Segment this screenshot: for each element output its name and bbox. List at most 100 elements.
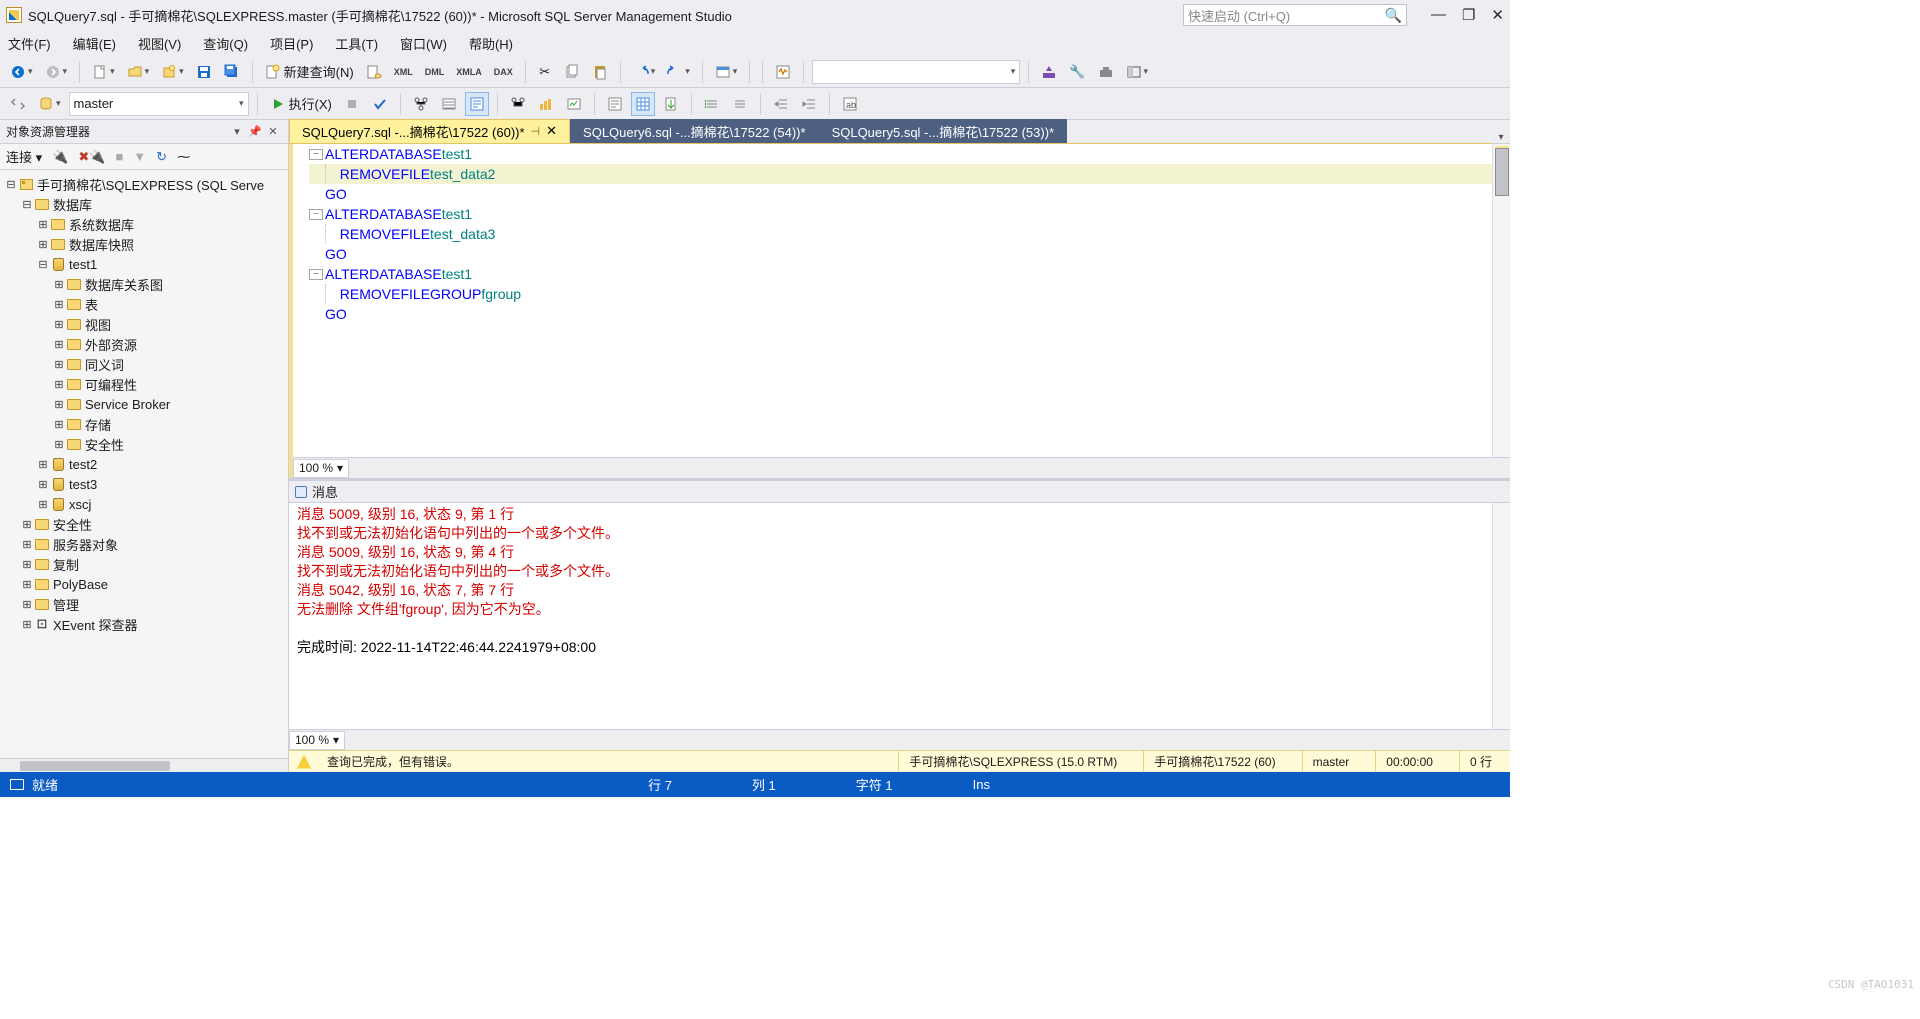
display-plan-button[interactable] [409, 92, 433, 116]
activity-button[interactable] [771, 60, 795, 84]
maximize-button[interactable]: ❐ [1462, 6, 1475, 24]
menu-file[interactable]: 文件(F) [8, 34, 51, 53]
solution-combo[interactable]: ▾ [812, 60, 1020, 84]
tree-test1[interactable]: ⊟test1 [0, 254, 288, 274]
solution-button[interactable]: ▾ [711, 60, 742, 84]
tabstrip-overflow-icon[interactable]: ▾ [1492, 132, 1510, 143]
undo-button[interactable]: ▾ [629, 60, 660, 84]
stop-icon[interactable]: ■ [115, 149, 123, 164]
tree-test3[interactable]: ⊞test3 [0, 474, 288, 494]
results-grid-button[interactable] [631, 92, 655, 116]
window-layout-button[interactable]: ▾ [1122, 60, 1153, 84]
refresh-icon[interactable]: ↻ [156, 149, 167, 165]
messages-body[interactable]: 消息 5009, 级别 16, 状态 9, 第 1 行 找不到或无法初始化语句中… [289, 503, 1510, 729]
tree-test1-prog[interactable]: ⊞可编程性 [0, 374, 288, 394]
menu-help[interactable]: 帮助(H) [469, 34, 513, 53]
copy-button[interactable] [560, 60, 584, 84]
fold-icon[interactable]: − [309, 149, 323, 160]
menu-tools[interactable]: 工具(T) [335, 34, 378, 53]
redo-button[interactable]: ▾ [663, 60, 694, 84]
menu-query[interactable]: 查询(Q) [203, 34, 248, 53]
dml-button[interactable]: DML [421, 60, 449, 84]
new-proj-button[interactable]: ▾ [157, 60, 188, 84]
save-all-button[interactable] [220, 60, 244, 84]
tree-test1-ext[interactable]: ⊞外部资源 [0, 334, 288, 354]
tree-sysdb[interactable]: ⊞系统数据库 [0, 214, 288, 234]
indent-button[interactable] [769, 92, 793, 116]
client-stats-button[interactable] [562, 92, 586, 116]
menu-project[interactable]: 项目(P) [270, 34, 313, 53]
editor-hscroll[interactable] [355, 461, 1510, 475]
tab-close-icon[interactable]: ✕ [546, 123, 557, 139]
tree-databases[interactable]: ⊟数据库 [0, 194, 288, 214]
pin-icon[interactable]: ⊣ [531, 125, 541, 138]
minimize-button[interactable]: — [1431, 6, 1446, 24]
uncomment-button[interactable] [728, 92, 752, 116]
xml-button[interactable]: XML [390, 60, 417, 84]
toolbox-button[interactable] [1094, 60, 1118, 84]
query-options-button[interactable] [437, 92, 461, 116]
zoom-combo[interactable]: 100 %▾ [293, 459, 349, 478]
intellisense-button[interactable] [465, 92, 489, 116]
results-text-button[interactable] [603, 92, 627, 116]
tree-serverobj[interactable]: ⊞服务器对象 [0, 534, 288, 554]
nav-fwd-button[interactable]: ▾ [41, 60, 72, 84]
dax-button[interactable]: DAX [490, 60, 517, 84]
tree-server-root[interactable]: ⊟手可摘棉花\SQLEXPRESS (SQL Serve [0, 174, 288, 194]
menu-window[interactable]: 窗口(W) [400, 34, 447, 53]
code-vscroll[interactable] [1492, 144, 1510, 457]
quick-launch-input[interactable]: 快速启动 (Ctrl+Q) 🔍 [1183, 4, 1407, 26]
query-de-button[interactable] [362, 60, 386, 84]
tree-test1-tables[interactable]: ⊞表 [0, 294, 288, 314]
outdent-button[interactable] [797, 92, 821, 116]
filter-icon[interactable]: ▼ [133, 149, 146, 164]
tree-test1-views[interactable]: ⊞视图 [0, 314, 288, 334]
tree-xevent[interactable]: ⊞⊡XEvent 探查器 [0, 614, 288, 634]
tree-test1-storage[interactable]: ⊞存储 [0, 414, 288, 434]
new-button[interactable]: ▾ [88, 60, 119, 84]
tree-security[interactable]: ⊞安全性 [0, 514, 288, 534]
registered-servers-button[interactable] [1037, 60, 1061, 84]
messages-vscroll[interactable] [1492, 503, 1510, 729]
tab-sqlquery5[interactable]: SQLQuery5.sql -...摘棉花\17522 (53))* [819, 119, 1068, 143]
disconnect-icon[interactable]: ✖🔌 [78, 149, 105, 165]
tree-replication[interactable]: ⊞复制 [0, 554, 288, 574]
tree-test2[interactable]: ⊞test2 [0, 454, 288, 474]
stop-button[interactable] [340, 92, 364, 116]
tree-test1-sec[interactable]: ⊞安全性 [0, 434, 288, 454]
tab-sqlquery7[interactable]: SQLQuery7.sql -...摘棉花\17522 (60))*⊣✕ [289, 119, 570, 143]
tree-test1-sb[interactable]: ⊞Service Broker [0, 394, 288, 414]
comment-button[interactable] [700, 92, 724, 116]
tree-test1-syn[interactable]: ⊞同义词 [0, 354, 288, 374]
msg-zoom-combo[interactable]: 100 %▾ [289, 731, 345, 750]
change-connection-button[interactable] [6, 92, 30, 116]
menu-view[interactable]: 视图(V) [138, 34, 181, 53]
fold-icon[interactable]: − [309, 269, 323, 280]
panel-pin-icon[interactable]: 📌 [246, 125, 264, 138]
nav-back-button[interactable]: ▾ [6, 60, 37, 84]
parse-button[interactable] [368, 92, 392, 116]
available-db-button[interactable]: ▾ [34, 92, 65, 116]
close-button[interactable]: ✕ [1491, 6, 1504, 24]
live-stats-button[interactable] [534, 92, 558, 116]
tree-xscj[interactable]: ⊞xscj [0, 494, 288, 514]
explorer-hscroll[interactable] [0, 758, 288, 772]
messages-tab[interactable]: 消息 [289, 481, 1510, 503]
menu-edit[interactable]: 编辑(E) [73, 34, 116, 53]
tree-snapshot[interactable]: ⊞数据库快照 [0, 234, 288, 254]
paste-button[interactable] [588, 60, 612, 84]
activity-icon[interactable]: ⁓ [177, 149, 190, 165]
execute-button[interactable]: 执行(X) [266, 92, 336, 116]
specify-values-button[interactable]: ab [838, 92, 862, 116]
tab-sqlquery6[interactable]: SQLQuery6.sql -...摘棉花\17522 (54))* [570, 119, 819, 143]
cut-button[interactable]: ✂ [534, 60, 556, 84]
tree-management[interactable]: ⊞管理 [0, 594, 288, 614]
tree-polybase[interactable]: ⊞PolyBase [0, 574, 288, 594]
panel-close-icon[interactable]: ✕ [264, 125, 282, 138]
database-combo[interactable]: master▾ [69, 92, 249, 116]
open-button[interactable]: ▾ [123, 60, 154, 84]
new-query-button[interactable]: 新建查询(N) [261, 60, 358, 84]
panel-dropdown-icon[interactable]: ▾ [228, 125, 246, 138]
tree-test1-diag[interactable]: ⊞数据库关系图 [0, 274, 288, 294]
save-button[interactable] [192, 60, 216, 84]
